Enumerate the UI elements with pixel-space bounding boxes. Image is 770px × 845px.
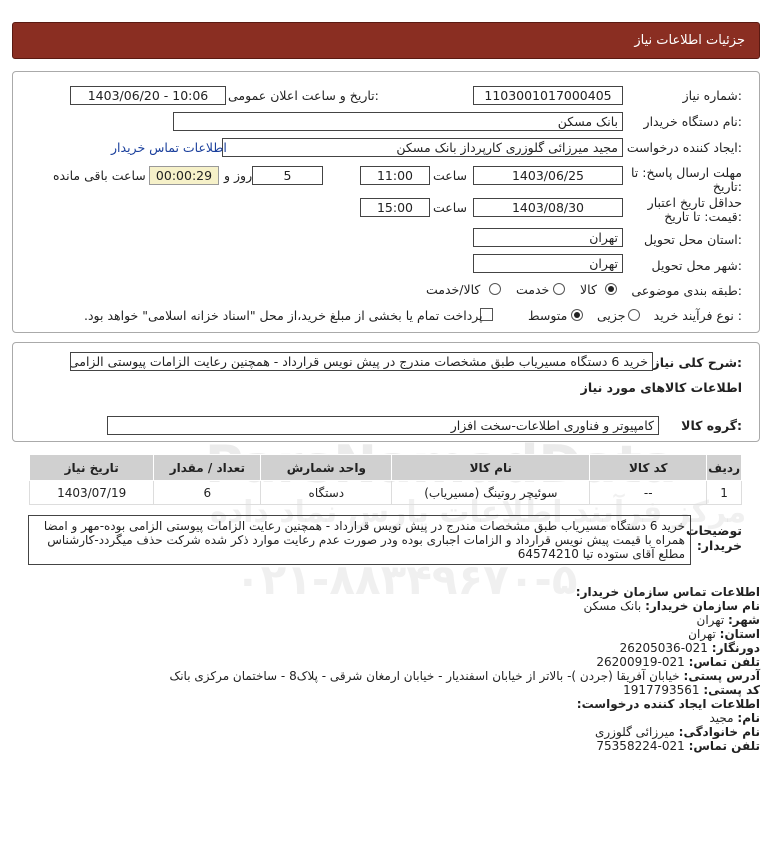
cell-need-date: 1403/07/19 <box>28 480 155 505</box>
goods-info-title: اطلاعات کالاهای مورد نیاز <box>580 380 742 395</box>
items-table: ردیف کد کالا نام کالا واحد شمارش تعداد /… <box>28 454 742 505</box>
cell-goods-name: سوئیچر روتینگ (مسیریاب) <box>391 480 591 505</box>
process-label: نوع فرآیند خرید : <box>653 308 742 323</box>
validity-label-1: حداقل تاریخ اعتبار <box>647 195 742 210</box>
city-label: شهر محل تحویل: <box>651 258 742 273</box>
creator-name: نام: مجید <box>709 711 760 725</box>
announce-label: تاریخ و ساعت اعلان عمومی: <box>228 88 379 103</box>
cell-goods-code: -- <box>589 480 708 505</box>
cell-quantity: 6 <box>153 480 262 505</box>
need-number-field: 1103001017000405 <box>473 86 623 105</box>
contact-postal: کد پستی: 1917793561 <box>623 683 760 697</box>
deadline-date-field: 1403/06/25 <box>473 166 623 185</box>
page-header: جزئیات اطلاعات نیاز <box>12 22 760 59</box>
contact-province: استان: تهران <box>688 627 760 641</box>
city-field: تهران <box>473 254 623 273</box>
deadline-time-label: ساعت <box>433 168 468 183</box>
buyer-notes-box: خرید 6 دستگاه مسیریاب طبق مشخصات مندرج د… <box>28 515 691 565</box>
contact-city: شهر: تهران <box>696 613 760 627</box>
need-number-label: شماره نیاز: <box>682 88 742 103</box>
goods-group-label: گروه کالا: <box>681 418 742 433</box>
contact-org: نام سازمان خریدار: بانک مسکن <box>583 599 760 613</box>
creator-family: نام خانوادگی: میرزائی گلوزری <box>594 725 760 739</box>
days-label: روز و <box>224 168 253 183</box>
cell-row-number: 1 <box>706 480 742 505</box>
announce-field: 1403/06/20 - 10:06 <box>70 86 226 105</box>
validity-time-field: 15:00 <box>360 198 430 217</box>
goods-group-field: کامپیوتر و فناوری اطلاعات-سخت افزار <box>107 416 659 435</box>
cell-unit: دستگاه <box>260 480 393 505</box>
payment-note: پرداخت تمام یا بخشی از مبلغ خرید،از محل … <box>84 308 483 323</box>
creator-phone: تلفن تماس: 021-75358224 <box>596 739 760 753</box>
deadline-time-field: 11:00 <box>360 166 430 185</box>
process-radio-minor[interactable] <box>628 309 640 321</box>
summary-label: شرح کلی نیاز: <box>652 355 743 370</box>
col-goods-code: کد کالا <box>589 454 708 481</box>
category-option-goods: کالا <box>580 282 597 297</box>
process-option-minor: جزیی <box>597 308 626 323</box>
category-label: طبقه بندی موضوعی: <box>631 283 742 298</box>
buyer-contact-link[interactable]: اطلاعات تماس خریدار <box>111 140 227 155</box>
process-option-medium: متوسط <box>528 308 568 323</box>
buyer-notes-label: توضیحات خریدار: <box>686 523 742 553</box>
table-header-row: ردیف کد کالا نام کالا واحد شمارش تعداد /… <box>28 454 742 481</box>
days-field: 5 <box>252 166 323 185</box>
col-quantity: تعداد / مقدار <box>153 454 262 481</box>
col-need-date: تاریخ نیاز <box>28 454 155 481</box>
province-label: استان محل تحویل: <box>643 232 742 247</box>
category-option-goods-service: کالا/خدمت <box>426 282 481 297</box>
creator-field: مجید میرزائی گلوزری کارپرداز بانک مسکن <box>222 138 623 157</box>
creator-title: اطلاعات ایجاد کننده درخواست: <box>576 697 760 711</box>
process-radio-medium[interactable] <box>571 309 583 321</box>
col-goods-name: نام کالا <box>391 454 591 481</box>
contact-address: آدرس پستی: خیابان آفریقا (جردن )- بالاتر… <box>169 669 760 683</box>
contact-title: اطلاعات تماس سازمان خریدار: <box>575 585 760 599</box>
deadline-label-2: تاریخ: <box>712 179 742 194</box>
creator-label: ایجاد کننده درخواست: <box>626 140 742 155</box>
validity-label-2: قیمت: تا تاریخ: <box>664 209 742 224</box>
validity-date-field: 1403/08/30 <box>473 198 623 217</box>
remaining-time-field: 00:00:29 <box>149 166 219 185</box>
category-radio-goods[interactable] <box>605 283 617 295</box>
table-row: 1 -- سوئیچر روتینگ (مسیریاب) دستگاه 6 14… <box>28 480 742 505</box>
category-option-service: خدمت <box>516 282 550 297</box>
validity-time-label: ساعت <box>433 200 468 215</box>
contact-fax: دورنگار: 021-26205036 <box>619 641 760 655</box>
page-title: جزئیات اطلاعات نیاز <box>634 33 745 48</box>
category-radio-goods-service[interactable] <box>489 283 501 295</box>
province-field: تهران <box>473 228 623 247</box>
buyer-org-label: نام دستگاه خریدار: <box>643 114 742 129</box>
summary-field: خرید 6 دستگاه مسیریاب طبق مشخصات مندرج د… <box>70 352 653 371</box>
items-table-container: ردیف کد کالا نام کالا واحد شمارش تعداد /… <box>28 454 742 505</box>
deadline-label-1: مهلت ارسال پاسخ: تا <box>631 165 742 180</box>
col-row-number: ردیف <box>706 454 742 481</box>
category-radio-service[interactable] <box>553 283 565 295</box>
buyer-org-field: بانک مسکن <box>173 112 623 131</box>
contact-phone: تلفن تماس: 021-26200919 <box>596 655 760 669</box>
col-unit: واحد شمارش <box>260 454 393 481</box>
remaining-label: ساعت باقی مانده <box>53 168 146 183</box>
